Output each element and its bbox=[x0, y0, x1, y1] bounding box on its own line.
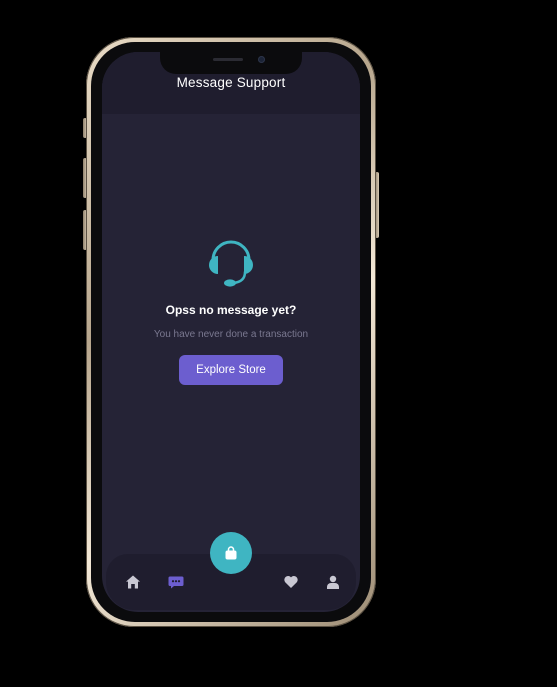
app-header: Message Support bbox=[102, 52, 360, 114]
nav-item-home[interactable] bbox=[121, 570, 145, 594]
phone-screen: Message Support Opss no message yet? You… bbox=[102, 52, 360, 612]
app-stage: Message Support Opss no message yet? You… bbox=[0, 0, 557, 687]
nav-item-favorites[interactable] bbox=[279, 570, 303, 594]
explore-store-button[interactable]: Explore Store bbox=[179, 355, 283, 385]
nav-item-chat[interactable] bbox=[164, 570, 188, 594]
home-icon bbox=[126, 575, 140, 589]
profile-icon bbox=[327, 575, 339, 589]
front-camera bbox=[258, 56, 265, 63]
chat-icon bbox=[168, 576, 184, 589]
page-title: Message Support bbox=[176, 75, 286, 90]
phone-notch bbox=[160, 52, 302, 74]
empty-state-subtitle: You have never done a transaction bbox=[153, 329, 309, 340]
shopping-bag-icon bbox=[225, 546, 237, 560]
store-fab-button[interactable] bbox=[210, 532, 252, 574]
nav-item-profile[interactable] bbox=[321, 570, 345, 594]
heart-icon bbox=[284, 576, 298, 588]
empty-state: Opss no message yet? You have never done… bbox=[102, 230, 360, 385]
empty-state-title: Opss no message yet? bbox=[165, 303, 297, 317]
headset-icon bbox=[209, 240, 253, 287]
speaker-grill bbox=[213, 58, 243, 61]
